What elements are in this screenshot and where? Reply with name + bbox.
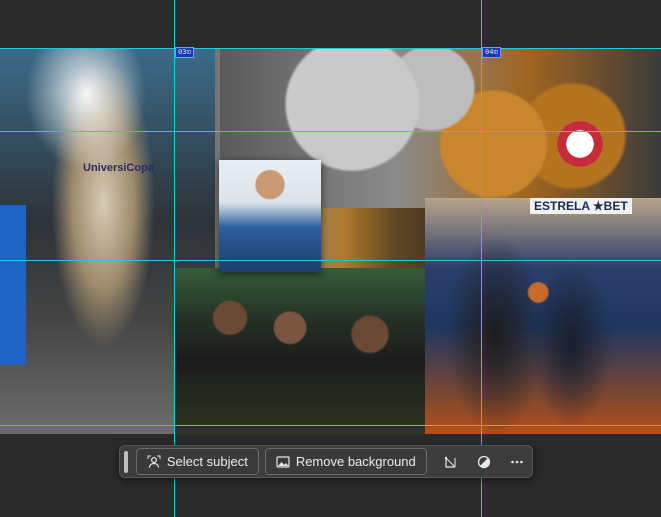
- tournament-logo: [545, 108, 615, 188]
- remove-background-label: Remove background: [295, 454, 416, 469]
- crop-transform-icon: [444, 455, 458, 469]
- vertical-guide[interactable]: [174, 0, 175, 517]
- slice-number: 04: [485, 48, 494, 56]
- celebrating-fans-photo: [175, 268, 425, 434]
- more-options-button[interactable]: [503, 448, 532, 475]
- horizontal-guide[interactable]: [0, 260, 661, 261]
- sponsor-banner-text: ESTRELA ★BET: [530, 198, 632, 214]
- basketball-players-photo: [425, 198, 661, 434]
- horizontal-guide[interactable]: [0, 131, 661, 132]
- vertical-guide[interactable]: [481, 0, 482, 517]
- select-subject-button[interactable]: Select subject: [135, 448, 259, 475]
- contextual-task-bar: Select subject Remove background: [119, 445, 533, 478]
- image-icon: [276, 455, 290, 469]
- crop-transform-button[interactable]: [437, 448, 466, 475]
- drag-handle[interactable]: [124, 450, 128, 473]
- blue-banner-photo: [0, 205, 26, 365]
- slice-label[interactable]: 03⊡: [175, 47, 194, 58]
- adjustment-icon: [477, 455, 491, 469]
- slice-number: 03: [178, 48, 187, 56]
- document-canvas[interactable]: UniversiCopa ESTRELA ★BET: [0, 48, 661, 434]
- horizontal-guide[interactable]: [0, 48, 661, 49]
- trophy-brand-text: UniversiCopa: [83, 162, 154, 174]
- player-with-medal-photo: [219, 160, 321, 272]
- slice-label[interactable]: 04⊡: [482, 47, 501, 58]
- horizontal-guide[interactable]: [0, 425, 661, 426]
- remove-background-button[interactable]: Remove background: [264, 448, 427, 475]
- more-options-icon: [510, 455, 524, 469]
- adjustment-button[interactable]: [470, 448, 499, 475]
- select-subject-icon: [147, 455, 161, 469]
- select-subject-label: Select subject: [166, 454, 248, 469]
